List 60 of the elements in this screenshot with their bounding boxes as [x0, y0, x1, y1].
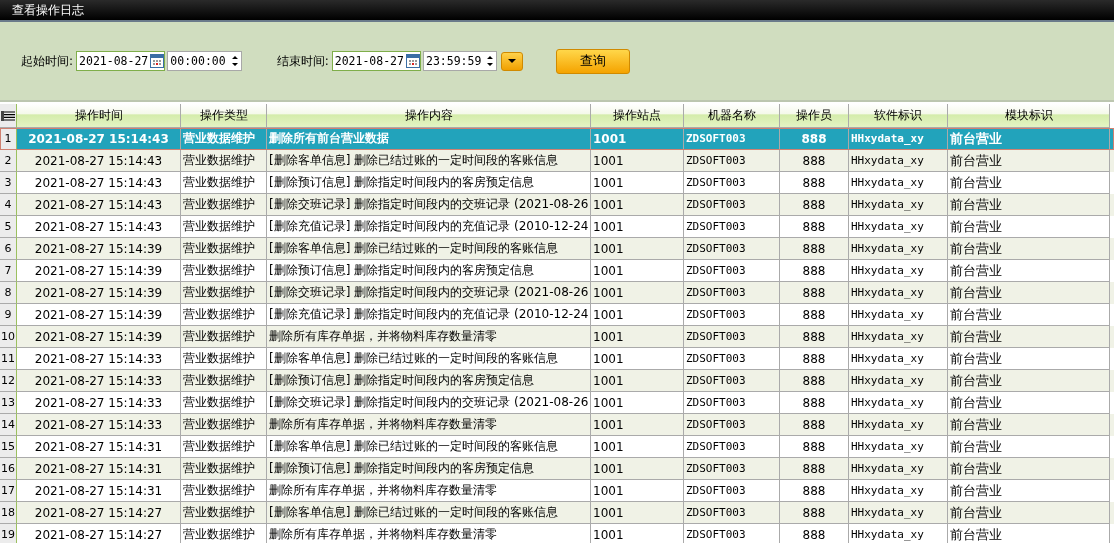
row-number: 10: [0, 326, 17, 348]
column-header[interactable]: 软件标识: [849, 104, 948, 128]
table-cell: 888: [780, 524, 849, 543]
start-time-field[interactable]: 00:00:00: [167, 51, 242, 71]
menu-icon[interactable]: [1, 110, 15, 121]
caret-icon: [507, 58, 518, 64]
table-row[interactable]: 1 2021-08-27 15:14:43 营业数据维护 删除所有前台营业数据 1001 ZDSOFT003 888 HHxydata_xy 前台营业: [0, 128, 1114, 150]
calendar-icon[interactable]: [406, 54, 420, 68]
spinner-icon[interactable]: [485, 53, 496, 69]
row-header-corner[interactable]: [0, 104, 17, 128]
table-row[interactable]: 14 2021-08-27 15:14:33 营业数据维护 删除所有库存单据，并将物料库存数量清零 1001 ZDSOFT003 888 HHxydata_xy 前台营业: [0, 414, 1114, 436]
table-row[interactable]: 2 2021-08-27 15:14:43 营业数据维护 [删除客单信息] 删除已结过账的一定时间段的客账信息 1001 ZDSOFT003 888 HHxydata_xy 前台营业: [0, 150, 1114, 172]
calendar-icon[interactable]: [150, 54, 165, 68]
end-time-field[interactable]: 23:59:59: [423, 51, 498, 71]
start-date-field[interactable]: 2021-08-27: [76, 51, 166, 71]
row-number: 18: [0, 502, 17, 524]
table-cell: 营业数据维护: [181, 524, 267, 543]
row-number: 15: [0, 436, 17, 458]
row-number: 1: [0, 128, 17, 150]
row-number: 8: [0, 282, 17, 304]
row-number: 16: [0, 458, 17, 480]
row-number: 11: [0, 348, 17, 370]
column-header[interactable]: 操作内容: [267, 104, 591, 128]
table-row[interactable]: 8 2021-08-27 15:14:39 营业数据维护 [删除交班记录] 删除指定时间段内的交班记录 (2021-08-26 1001 ZDSOFT003 888 HHxydata_xy 前台营业: [0, 282, 1114, 304]
column-header[interactable]: 机器名称: [684, 104, 780, 128]
column-header[interactable]: 模块标识: [948, 104, 1110, 128]
table-cell: 2021-08-27 15:14:27: [17, 524, 181, 543]
table-row[interactable]: 18 2021-08-27 15:14:27 营业数据维护 [删除客单信息] 删除已结过账的一定时间段的客账信息 1001 ZDSOFT003 888 HHxydata_xy 前台营业: [0, 502, 1114, 524]
row-number: 2: [0, 150, 17, 172]
row-number: 6: [0, 238, 17, 260]
row-number: 5: [0, 216, 17, 238]
dropdown-button[interactable]: [501, 51, 524, 71]
column-header[interactable]: 操作员: [780, 104, 849, 128]
row-number: 17: [0, 480, 17, 502]
row-number: 19: [0, 524, 17, 543]
table-row[interactable]: 4 2021-08-27 15:14:43 营业数据维护 [删除交班记录] 删除指定时间段内的交班记录 (2021-08-26 1001 ZDSOFT003 888 HHxydata_xy 前台营业: [0, 194, 1114, 216]
window-title: 查看操作日志: [12, 1, 84, 19]
row-number: 13: [0, 392, 17, 414]
table-row[interactable]: 6 2021-08-27 15:14:39 营业数据维护 [删除客单信息] 删除已结过账的一定时间段的客账信息 1001 ZDSOFT003 888 HHxydata_xy 前台营业: [0, 238, 1114, 260]
table-cell: 删除所有库存单据，并将物料库存数量清零: [267, 524, 591, 543]
table-row[interactable]: 12 2021-08-27 15:14:33 营业数据维护 [删除预订信息] 删除指定时间段内的客房预定信息 1001 ZDSOFT003 888 HHxydata_xy 前台营业: [0, 370, 1114, 392]
table-row[interactable]: 16 2021-08-27 15:14:31 营业数据维护 [删除预订信息] 删除指定时间段内的客房预定信息 1001 ZDSOFT003 888 HHxydata_xy 前台营业: [0, 458, 1114, 480]
row-number: 12: [0, 370, 17, 392]
end-date-field[interactable]: 2021-08-27: [331, 51, 421, 71]
table-cell: ZDSOFT003: [684, 524, 780, 543]
row-number: 4: [0, 194, 17, 216]
table-cell: 前台营业: [948, 524, 1110, 543]
table-cell: 1001: [591, 524, 684, 543]
end-time-label: 结束时间:: [276, 52, 329, 70]
column-header[interactable]: 操作时间: [17, 104, 181, 128]
row-number: 14: [0, 414, 17, 436]
row-number: 9: [0, 304, 17, 326]
row-number: 3: [0, 172, 17, 194]
query-button[interactable]: 查询: [556, 48, 631, 74]
table-cell: HHxydata_xy: [849, 524, 948, 543]
table-row[interactable]: 10 2021-08-27 15:14:39 营业数据维护 删除所有库存单据，并将物料库存数量清零 1001 ZDSOFT003 888 HHxydata_xy 前台营业: [0, 326, 1114, 348]
column-header[interactable]: 操作站点: [591, 104, 684, 128]
start-time-label: 起始时间:: [21, 52, 74, 70]
row-number: 7: [0, 260, 17, 282]
column-header[interactable]: 操作类型: [181, 104, 267, 128]
